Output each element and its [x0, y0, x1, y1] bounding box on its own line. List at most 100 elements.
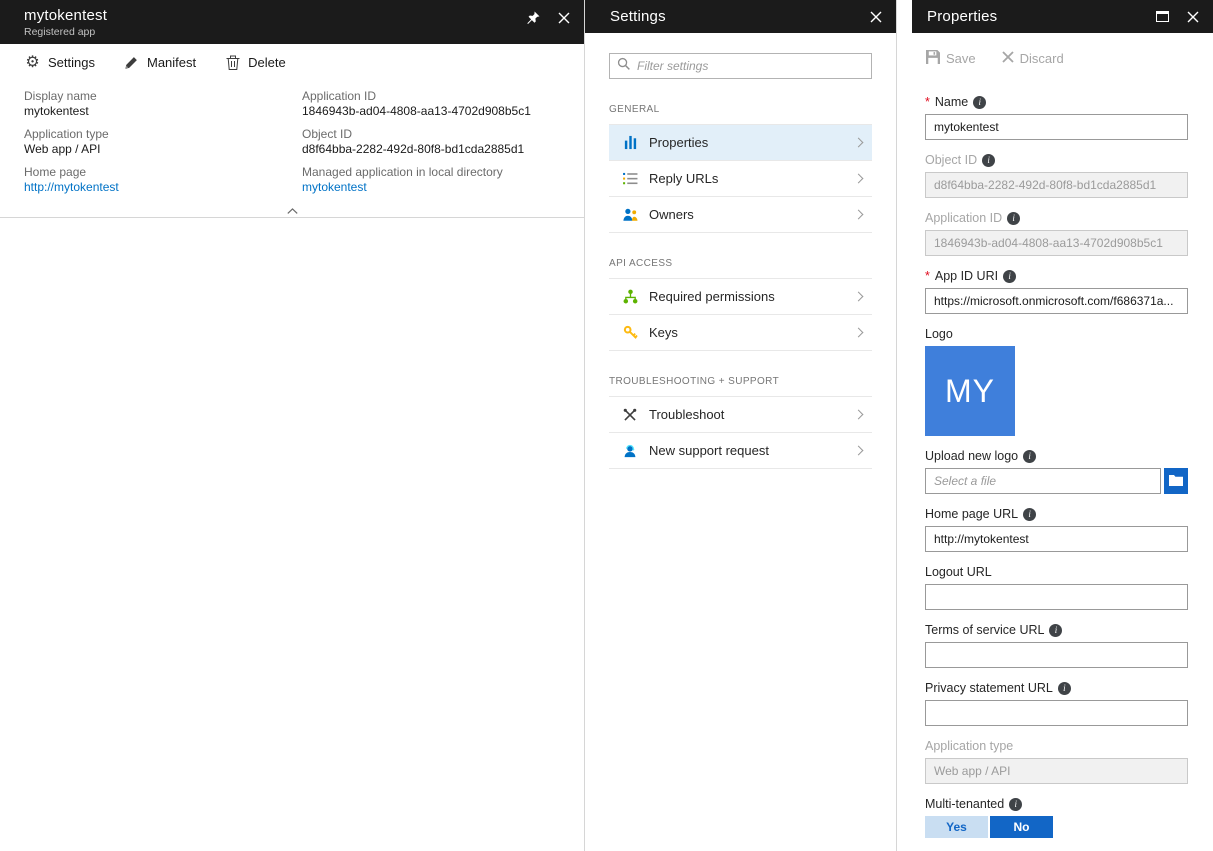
people-icon [621, 206, 639, 223]
privacy-statement-url-field-label: Privacy statement URL i [925, 681, 1188, 696]
required-asterisk: * [925, 269, 930, 284]
info-icon: i [1009, 798, 1022, 811]
object-id-value: d8f64bba-2282-492d-80f8-bd1cda2885d1 [302, 142, 560, 157]
settings-item-label: Owners [649, 207, 694, 222]
blade-gap [897, 0, 912, 851]
object-id-field: Object ID i [925, 153, 1188, 198]
object-id-field-label: Object ID i [925, 153, 1188, 168]
terms-of-service-url-input[interactable] [925, 642, 1188, 668]
application-id-input [925, 230, 1188, 256]
settings-item-owners[interactable]: Owners [609, 197, 872, 233]
terms-of-service-url-field-label: Terms of service URL i [925, 623, 1188, 638]
gear-icon: ⚙ [24, 54, 41, 71]
application-type-field: Application type Web app / API [24, 127, 302, 157]
essentials-right-column: Application ID 1846943b-ad04-4808-aa13-4… [302, 89, 560, 203]
chevron-right-icon [854, 210, 864, 220]
chevron-right-icon [854, 292, 864, 302]
multi-tenanted-yes-button[interactable]: Yes [925, 816, 988, 838]
manifest-button[interactable]: Manifest [123, 54, 196, 71]
name-input[interactable] [925, 114, 1188, 140]
filter-settings-input[interactable] [637, 59, 864, 73]
privacy-statement-url-field: Privacy statement URL i [925, 681, 1188, 726]
settings-item-properties[interactable]: Properties [609, 125, 872, 161]
application-type-input [925, 758, 1188, 784]
properties-icon [621, 134, 639, 151]
pencil-icon [123, 54, 140, 71]
home-page-url-input[interactable] [925, 526, 1188, 552]
settings-item-reply-urls[interactable]: Reply URLs [609, 161, 872, 197]
managed-application-link[interactable]: mytokentest [302, 180, 560, 195]
settings-group-troubleshooting: Troubleshoot New support request [609, 396, 872, 469]
terms-of-service-url-field: Terms of service URL i [925, 623, 1188, 668]
properties-header-actions [1154, 9, 1201, 25]
reply-urls-icon [621, 170, 639, 187]
close-icon[interactable] [868, 9, 884, 25]
info-icon: i [1007, 212, 1020, 225]
settings-item-troubleshoot[interactable]: Troubleshoot [609, 397, 872, 433]
group-heading-api-access: API ACCESS [609, 258, 872, 269]
close-icon[interactable] [1185, 9, 1201, 25]
home-page-field: Home page http://mytokentest [24, 165, 302, 195]
delete-button[interactable]: Delete [224, 54, 286, 71]
upload-logo-input[interactable] [925, 468, 1161, 494]
info-icon: i [1023, 508, 1036, 521]
application-type-label: Application type [24, 127, 302, 142]
settings-blade-header: Settings [585, 0, 896, 33]
object-id-label: Object ID [302, 127, 560, 142]
settings-item-label: Properties [649, 135, 708, 150]
discard-button[interactable]: Discard [1002, 51, 1064, 66]
essentials-collapse[interactable] [0, 203, 584, 218]
app-command-bar: ⚙ Settings Manifest Delete [0, 44, 584, 81]
discard-icon [1002, 51, 1014, 66]
logout-url-input[interactable] [925, 584, 1188, 610]
app-id-uri-label-text: App ID URI [935, 269, 998, 284]
pin-icon[interactable] [525, 10, 541, 26]
name-label-text: Name [935, 95, 968, 110]
chevron-up-icon [287, 201, 298, 219]
display-name-value: mytokentest [24, 104, 302, 119]
multi-tenanted-field-label: Multi-tenanted i [925, 797, 1188, 812]
save-button[interactable]: Save [926, 50, 976, 67]
app-logo: MY [925, 346, 1015, 436]
chevron-right-icon [854, 138, 864, 148]
properties-blade: Properties Save Discar [912, 0, 1213, 851]
upload-logo-field-label: Upload new logo i [925, 449, 1188, 464]
app-id-uri-input[interactable] [925, 288, 1188, 314]
chevron-right-icon [854, 174, 864, 184]
multi-tenanted-toggle: Yes No [925, 816, 1188, 838]
settings-item-new-support-request[interactable]: New support request [609, 433, 872, 469]
app-blade: mytokentest Registered app ⚙ Settings [0, 0, 585, 851]
application-id-label: Application ID [302, 89, 560, 104]
app-blade-header: mytokentest Registered app [0, 0, 584, 44]
info-icon: i [973, 96, 986, 109]
settings-item-label: Required permissions [649, 289, 775, 304]
browse-file-button[interactable] [1164, 468, 1188, 494]
chevron-right-icon [854, 410, 864, 420]
tools-icon [621, 406, 639, 423]
privacy-statement-url-input[interactable] [925, 700, 1188, 726]
logout-url-field: Logout URL [925, 565, 1188, 610]
settings-item-required-permissions[interactable]: Required permissions [609, 279, 872, 315]
settings-item-keys[interactable]: Keys [609, 315, 872, 351]
info-icon: i [1023, 450, 1036, 463]
essentials: Display name mytokentest Application typ… [0, 81, 584, 203]
settings-item-label: Keys [649, 325, 678, 340]
application-type-value: Web app / API [24, 142, 302, 157]
gear-glyph: ⚙ [25, 55, 39, 71]
group-heading-troubleshooting: TROUBLESHOOTING + SUPPORT [609, 376, 872, 387]
maximize-icon[interactable] [1154, 9, 1170, 25]
permissions-icon [621, 288, 639, 305]
settings-group-api-access: Required permissions Keys [609, 278, 872, 351]
application-id-field-label: Application ID i [925, 211, 1188, 226]
object-id-field: Object ID d8f64bba-2282-492d-80f8-bd1cda… [302, 127, 560, 157]
logo-field-label: Logo [925, 327, 1188, 342]
settings-button[interactable]: ⚙ Settings [24, 54, 95, 71]
properties-blade-title: Properties [927, 8, 997, 25]
info-icon: i [1058, 682, 1071, 695]
close-icon[interactable] [556, 10, 572, 26]
home-page-link[interactable]: http://mytokentest [24, 180, 302, 195]
search-icon [617, 57, 630, 75]
info-icon: i [1003, 270, 1016, 283]
info-icon: i [982, 154, 995, 167]
multi-tenanted-no-button[interactable]: No [990, 816, 1053, 838]
